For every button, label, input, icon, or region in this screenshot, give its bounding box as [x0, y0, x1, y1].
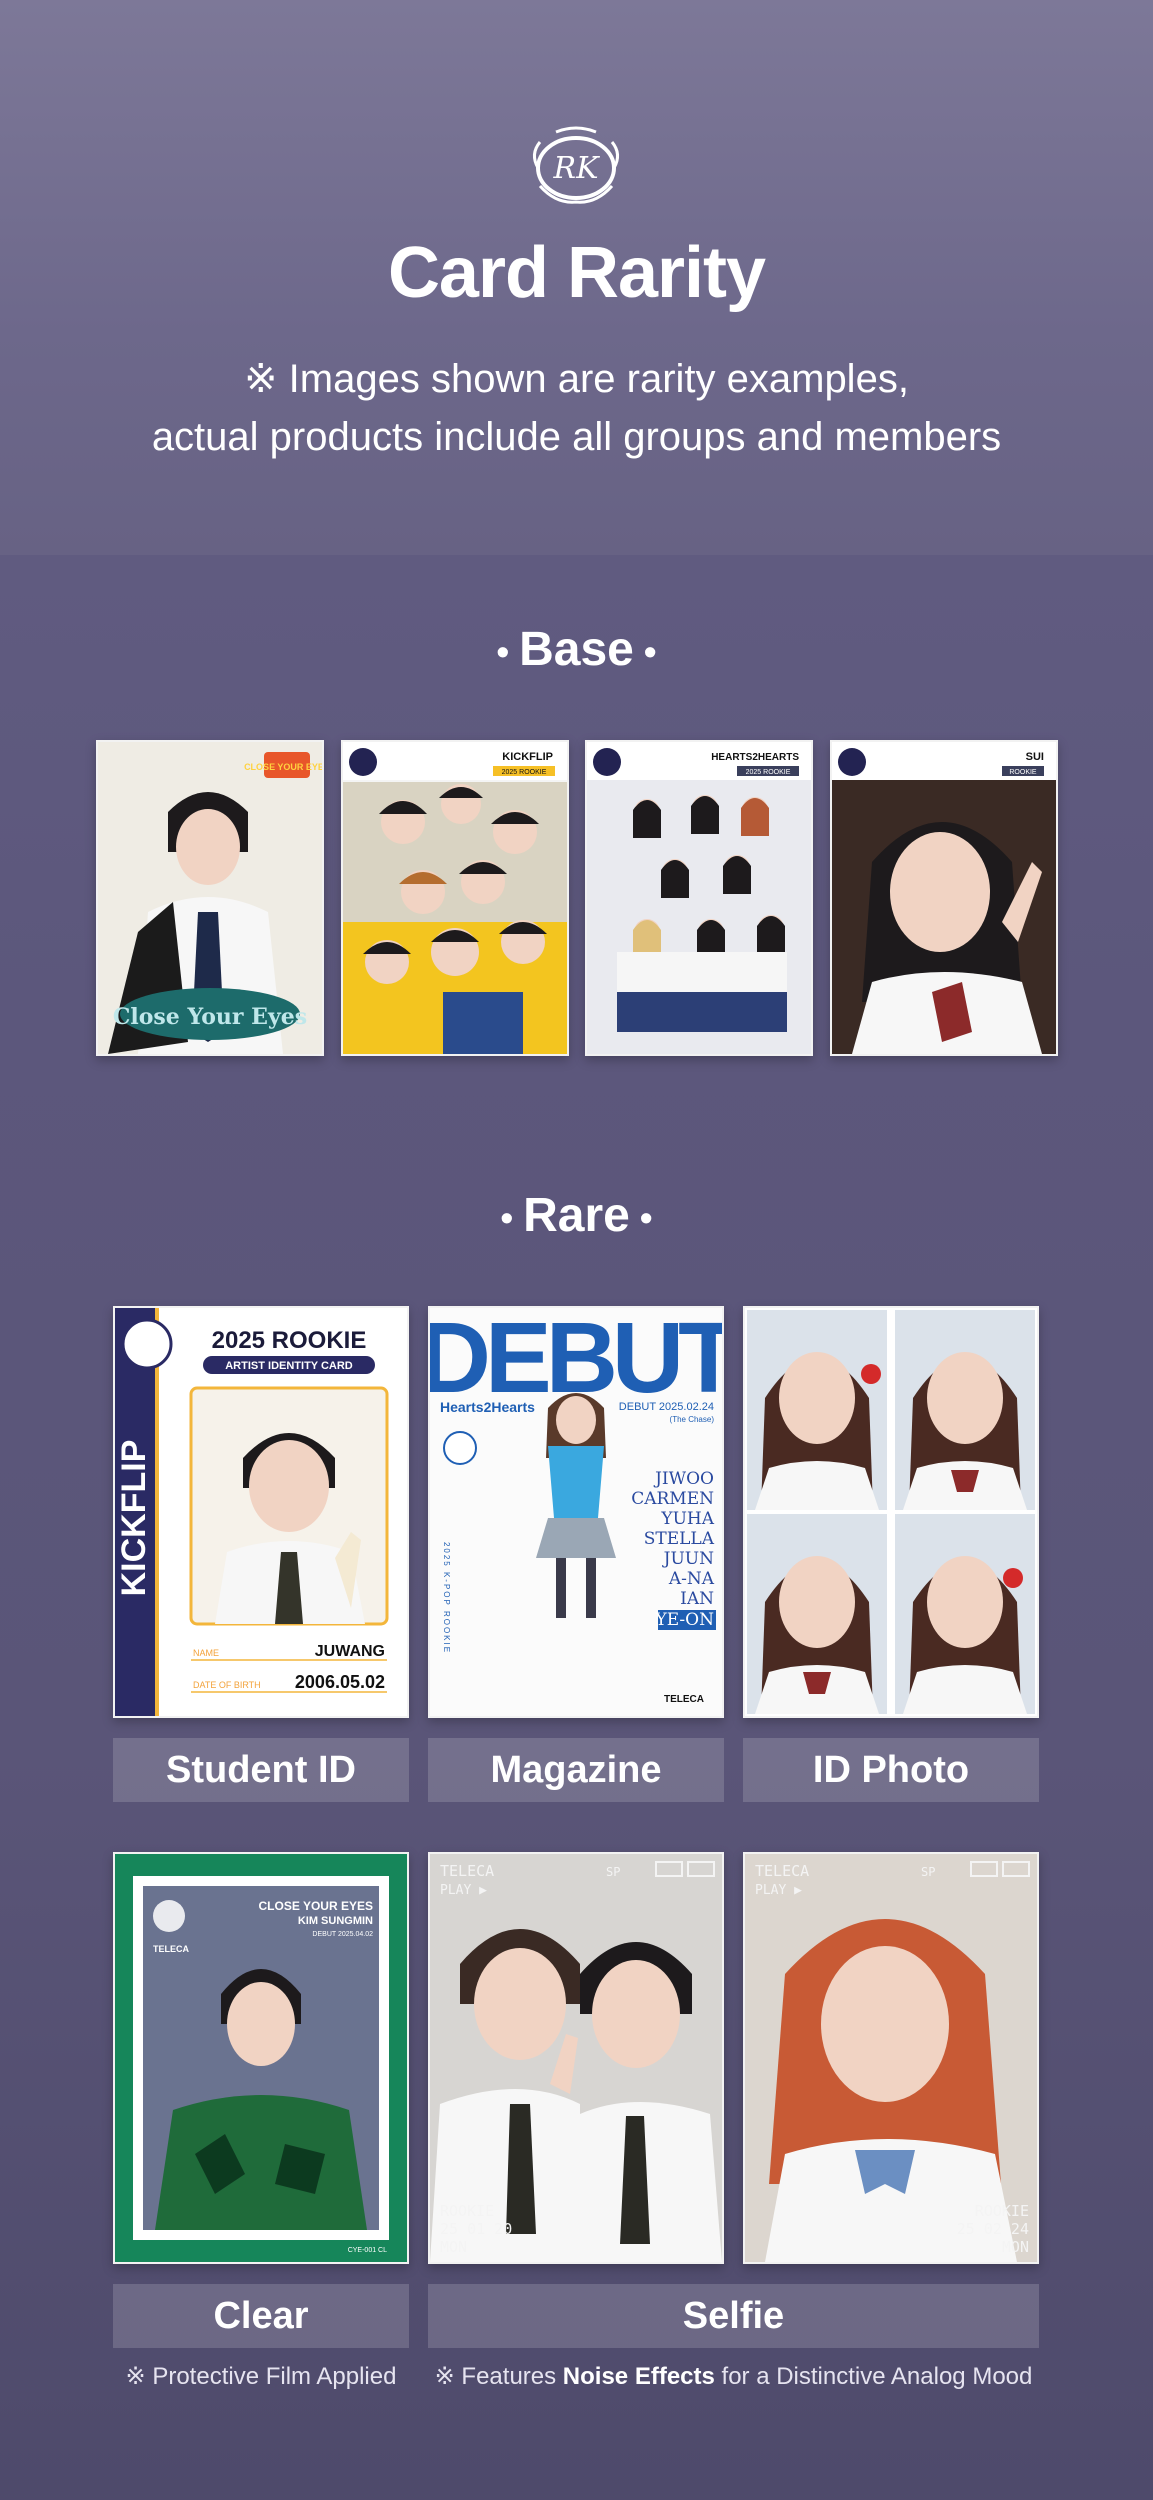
magazine-artwork: DEBUT Hearts2Hearts DEBUT 2025.02.24 (Th… [430, 1308, 722, 1716]
page-title: Card Rarity [387, 233, 766, 313]
clear-line-1: CLOSE YOUR EYES [259, 1899, 373, 1913]
label-id-photo: ID Photo [743, 1738, 1039, 1802]
base-card-2-tag: 2025 ROOKIE [502, 769, 547, 776]
magazine-member-3: YUHA [660, 1509, 714, 1529]
selfie-1-artwork: TELECA PLAY ▶ SP ROOKIE 25 01 20 MON [430, 1854, 722, 2262]
selfie-note-suffix: for a Distinctive Analog Mood [714, 2363, 1033, 2390]
base-card-4-tag: ROOKIE [1009, 769, 1037, 776]
base-card-3-tag: 2025 ROOKIE [746, 769, 791, 776]
selfie-1-play: PLAY ▶ [440, 1883, 487, 1898]
clear-brand: TELECA [153, 1944, 190, 1954]
page-subtitle: ※ Images shown are rarity examples, actu… [0, 350, 1153, 466]
selfie-2-stamp-2: 25 02 24 [957, 2220, 1029, 2238]
student-id-subheading: ARTIST IDENTITY CARD [225, 1360, 353, 1372]
selfie-2-stamp-1: ROOKIE [975, 2202, 1029, 2220]
label-student-id: Student ID [113, 1738, 409, 1802]
selfie-1-stamp-1: ROOKIE [440, 2202, 494, 2220]
base-card-4-photo: SUI ROOKIE [832, 742, 1056, 1054]
student-id-name-label: NAME [193, 1648, 219, 1658]
clear-note: ※ Protective Film Applied [125, 2363, 397, 2390]
base-card-hearts2hearts[interactable]: HEARTS2HEARTS 2025 ROOKIE [585, 740, 813, 1056]
base-card-close-your-eyes[interactable]: CLOSE YOUR EYES Close Your Eyes [96, 740, 324, 1056]
magazine-member-7: IAN [680, 1589, 714, 1609]
base-card-2-photo: KICKFLIP 2025 ROOKIE [343, 742, 567, 1054]
selfie-1-stamp-3: MON [440, 2238, 467, 2256]
selfie-2-artwork: TELECA PLAY ▶ SP ROOKIE 25 02 24 MON [745, 1854, 1037, 2262]
base-section-title: • Base • [496, 623, 657, 676]
rare-card-clear[interactable]: CLOSE YOUR EYES KIM SUNGMIN DEBUT 2025.0… [113, 1852, 409, 2264]
student-id-dob-label: DATE OF BIRTH [193, 1680, 261, 1690]
selfie-2-brand: TELECA [755, 1862, 809, 1880]
student-id-side-text: KICKFLIP [115, 1440, 153, 1597]
selfie-1-brand: TELECA [440, 1862, 494, 1880]
student-id-heading: 2025 ROOKIE [212, 1327, 367, 1354]
label-clear: Clear [113, 2284, 409, 2348]
base-card-2-group: KICKFLIP [502, 751, 553, 763]
base-card-1-photo: CLOSE YOUR EYES Close Your Eyes [98, 742, 322, 1054]
magazine-subdate: (The Chase) [670, 1415, 715, 1424]
rare-section-title: • Rare • [500, 1189, 653, 1242]
selfie-2-sp: SP [921, 1865, 935, 1879]
base-card-kickflip[interactable]: KICKFLIP 2025 ROOKIE [341, 740, 569, 1056]
base-card-3-photo: HEARTS2HEARTS 2025 ROOKIE [587, 742, 811, 1054]
clear-line-3: DEBUT 2025.04.02 [312, 1931, 373, 1938]
student-id-artwork: KICKFLIP 2025 ROOKIE ARTIST IDENTITY CAR… [115, 1308, 407, 1716]
student-id-dob-value: 2006.05.02 [295, 1672, 385, 1692]
label-magazine: Magazine [428, 1738, 724, 1802]
selfie-1-stamp-2: 25 01 20 [440, 2220, 512, 2238]
rk-logo-icon: RK [533, 126, 619, 204]
rare-card-id-photo[interactable] [743, 1306, 1039, 1718]
base-card-1-badge: CLOSE YOUR EYES [244, 762, 322, 772]
base-title-text: Base [519, 623, 634, 676]
base-card-4-group: SUI [1026, 751, 1044, 763]
clear-line-2: KIM SUNGMIN [298, 1915, 373, 1927]
magazine-brand: TELECA [664, 1694, 704, 1705]
magazine-member-6: A-NA [668, 1569, 715, 1589]
id-photo-artwork [745, 1308, 1037, 1716]
clear-card-artwork: CLOSE YOUR EYES KIM SUNGMIN DEBUT 2025.0… [115, 1854, 407, 2262]
base-card-3-group: HEARTS2HEARTS [711, 752, 799, 763]
magazine-member-2: CARMEN [631, 1489, 714, 1509]
logo-text: RK [553, 151, 601, 186]
selfie-1-sp: SP [606, 1865, 620, 1879]
base-card-1-title: Close Your Eyes [113, 1004, 307, 1030]
clear-code: CYE-001 CL [348, 2247, 387, 2254]
subtitle-line-1: ※ Images shown are rarity examples, [244, 357, 909, 401]
magazine-side-text: 2025 K-POP ROOKIE [442, 1542, 451, 1654]
magazine-member-5: JUUN [662, 1549, 714, 1569]
magazine-member-4: STELLA [644, 1529, 715, 1549]
rare-title-text: Rare [523, 1189, 630, 1242]
label-selfie: Selfie [428, 2284, 1039, 2348]
rare-card-student-id[interactable]: KICKFLIP 2025 ROOKIE ARTIST IDENTITY CAR… [113, 1306, 409, 1718]
rare-card-magazine[interactable]: DEBUT Hearts2Hearts DEBUT 2025.02.24 (Th… [428, 1306, 724, 1718]
magazine-member-8: YE-ON [654, 1610, 714, 1630]
rare-card-selfie-2[interactable]: TELECA PLAY ▶ SP ROOKIE 25 02 24 MON [743, 1852, 1039, 2264]
selfie-2-play: PLAY ▶ [755, 1883, 802, 1898]
rare-card-selfie-1[interactable]: TELECA PLAY ▶ SP ROOKIE 25 01 20 MON [428, 1852, 724, 2264]
subtitle-line-2: actual products include all groups and m… [151, 415, 1002, 459]
base-card-sui[interactable]: SUI ROOKIE [830, 740, 1058, 1056]
selfie-2-stamp-3: MON [1002, 2238, 1029, 2256]
selfie-note-prefix: ※ Features [434, 2363, 563, 2390]
student-id-name-value: JUWANG [315, 1643, 385, 1660]
magazine-date: DEBUT 2025.02.24 [619, 1401, 714, 1413]
magazine-member-1: JIWOO [653, 1469, 714, 1489]
magazine-group: Hearts2Hearts [440, 1399, 535, 1415]
selfie-note-bold: Noise Effects [562, 2363, 715, 2390]
selfie-note: ※ Features Noise Effects for a Distincti… [428, 2362, 1039, 2391]
